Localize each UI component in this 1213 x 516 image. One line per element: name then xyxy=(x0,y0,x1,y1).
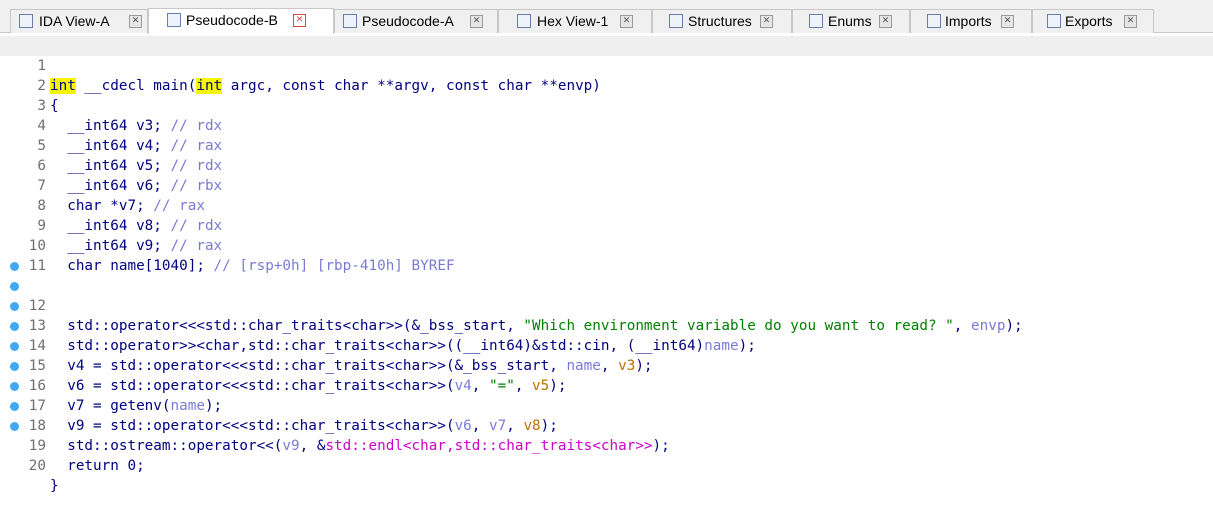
tab-label: Enums xyxy=(828,13,872,29)
code-line[interactable]: 7 char *v7; // rax xyxy=(0,156,1213,214)
tab-label: Pseudocode-B xyxy=(186,12,278,28)
code-line[interactable]: 3 __int64 v3; // rdx xyxy=(0,76,1213,134)
tab-label: Exports xyxy=(1065,13,1113,29)
code-line[interactable]: 11 xyxy=(0,236,1213,274)
variable-token: v9 xyxy=(282,438,300,454)
tab-label: Hex View-1 xyxy=(537,13,609,29)
code-line[interactable]: 1 int __cdecl main(int argc, const char … xyxy=(0,36,1213,94)
code-token: std::ostream::operator<<( xyxy=(50,438,283,454)
breakpoint-dot-icon[interactable] xyxy=(10,262,19,271)
code-line[interactable]: 17 v9 = std::operator<<<std::char_traits… xyxy=(0,356,1213,434)
breakpoint-dot-icon[interactable] xyxy=(10,422,19,431)
imports-icon xyxy=(927,14,941,28)
tab-ida-view-a[interactable]: IDA View-A ✕ xyxy=(10,9,148,33)
breakpoint-dot-icon[interactable] xyxy=(10,282,19,291)
breakpoint-dot-icon[interactable] xyxy=(10,322,19,331)
code-line[interactable]: 8 __int64 v8; // rdx xyxy=(0,176,1213,234)
code-text: std::ostream::operator<<(v9, &std::endl<… xyxy=(50,436,670,456)
tab-exports[interactable]: Exports ✕ xyxy=(1032,9,1154,33)
code-line[interactable]: 4 __int64 v4; // rax xyxy=(0,96,1213,154)
code-token: ); xyxy=(652,438,670,454)
tab-imports[interactable]: Imports ✕ xyxy=(910,9,1032,33)
code-text: } xyxy=(50,478,59,494)
close-icon[interactable]: ✕ xyxy=(129,15,142,28)
code-line[interactable]: 5 __int64 v5; // rdx xyxy=(0,116,1213,174)
code-line[interactable]: 14 v4 = std::operator<<<std::char_traits… xyxy=(0,296,1213,374)
code-line[interactable]: 10 char name[1040]; // [rsp+0h] [rbp-410… xyxy=(0,216,1213,274)
close-icon[interactable]: ✕ xyxy=(620,15,633,28)
close-icon[interactable]: ✕ xyxy=(293,14,306,27)
close-icon[interactable]: ✕ xyxy=(1124,15,1137,28)
code-line[interactable]: 12 std::operator<<<std::char_traits<char… xyxy=(0,256,1213,334)
tab-enums[interactable]: Enums ✕ xyxy=(792,9,910,33)
tab-pseudocode-a[interactable]: Pseudocode-A ✕ xyxy=(334,9,498,33)
close-icon[interactable]: ✕ xyxy=(1001,15,1014,28)
code-line[interactable]: 18 std::ostream::operator<<(v9, &std::en… xyxy=(0,376,1213,454)
code-line[interactable]: 16 v7 = getenv(name); xyxy=(0,336,1213,414)
tab-pseudocode-b[interactable]: Pseudocode-B ✕ xyxy=(148,8,334,34)
tab-bar: IDA View-A ✕ Pseudocode-B ✕ Pseudocode-A… xyxy=(0,0,1213,34)
tab-label: Imports xyxy=(945,13,992,29)
tab-label: Pseudocode-A xyxy=(362,13,454,29)
code-line[interactable]: 19 return 0; xyxy=(0,396,1213,474)
breakpoint-dot-icon[interactable] xyxy=(10,402,19,411)
pseudocode-editor[interactable]: 1 int __cdecl main(int argc, const char … xyxy=(0,36,1213,494)
breakpoint-dot-icon[interactable] xyxy=(10,342,19,351)
tab-hex-view-1[interactable]: Hex View-1 ✕ xyxy=(498,9,652,33)
breakpoint-dot-icon[interactable] xyxy=(10,302,19,311)
line-number: 20 xyxy=(28,458,46,474)
pseudocode-icon xyxy=(343,14,357,28)
hex-view-icon xyxy=(517,14,531,28)
code-line[interactable]: 9 __int64 v9; // rax xyxy=(0,196,1213,254)
import-token: std::endl<char,std::char_traits<char>> xyxy=(325,438,653,454)
code-line[interactable]: 20 } xyxy=(0,416,1213,494)
enums-icon xyxy=(809,14,823,28)
code-line[interactable]: 6 __int64 v6; // rbx xyxy=(0,136,1213,194)
close-icon[interactable]: ✕ xyxy=(760,15,773,28)
close-icon[interactable]: ✕ xyxy=(879,15,892,28)
structures-icon xyxy=(669,14,683,28)
exports-icon xyxy=(1047,14,1061,28)
breakpoint-dot-icon[interactable] xyxy=(10,382,19,391)
code-token: , & xyxy=(299,438,326,454)
code-line[interactable]: 2 { xyxy=(0,56,1213,114)
tab-label: IDA View-A xyxy=(39,13,110,29)
tab-structures[interactable]: Structures ✕ xyxy=(652,9,792,33)
close-icon[interactable]: ✕ xyxy=(470,15,483,28)
disassembly-view-icon xyxy=(19,14,33,28)
code-text: return 0; xyxy=(50,458,145,474)
pseudocode-icon xyxy=(167,13,181,27)
code-line[interactable]: 15 v6 = std::operator<<<std::char_traits… xyxy=(0,316,1213,394)
code-line[interactable]: 13 std::operator>><char,std::char_traits… xyxy=(0,276,1213,354)
tab-label: Structures xyxy=(688,13,752,29)
breakpoint-dot-icon[interactable] xyxy=(10,362,19,371)
